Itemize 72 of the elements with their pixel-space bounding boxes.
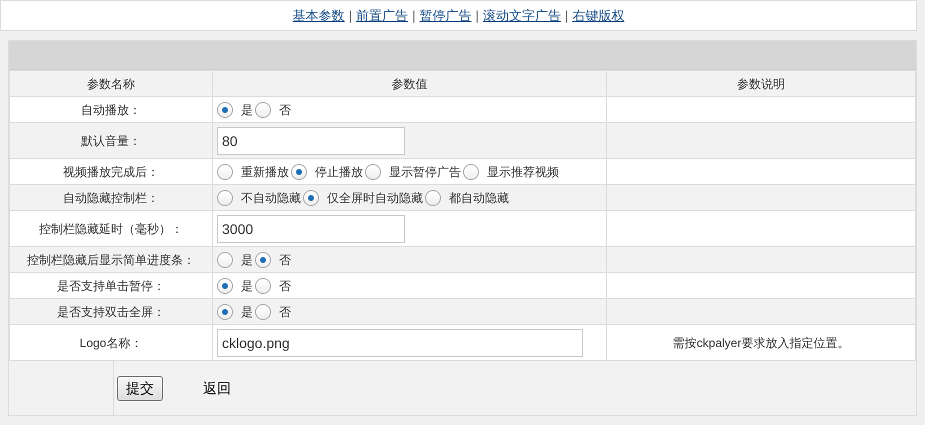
option-label: 是 <box>241 102 253 118</box>
option-label: 否 <box>279 278 291 294</box>
option-label: 显示推荐视频 <box>487 164 559 180</box>
radio-button[interactable] <box>425 190 441 206</box>
radio-button[interactable] <box>463 164 479 180</box>
separator: | <box>348 6 352 25</box>
option-label: 重新播放 <box>241 164 289 180</box>
parameter-description: 需按ckpalyer要求放入指定位置。 <box>672 336 850 350</box>
text-field[interactable]: cklogo.png <box>217 328 583 356</box>
radio-option[interactable]: 是 <box>217 250 253 268</box>
radio-button[interactable] <box>217 252 233 268</box>
nav-link[interactable]: 前置广告 <box>356 6 408 26</box>
parameter-name: 自动隐藏控制栏： <box>63 190 159 204</box>
separator: | <box>564 6 568 25</box>
option-label: 否 <box>279 252 291 268</box>
radio-button[interactable] <box>255 102 271 118</box>
option-label: 不自动隐藏 <box>241 190 301 206</box>
radio-option[interactable]: 仅全屏时自动隐藏 <box>303 188 423 206</box>
radio-option[interactable]: 否 <box>255 250 291 268</box>
radio-option[interactable]: 是 <box>217 302 253 320</box>
radio-button[interactable] <box>255 252 271 268</box>
radio-button[interactable] <box>303 190 319 206</box>
radio-button[interactable] <box>217 164 233 180</box>
radio-option[interactable]: 显示暂停广告 <box>365 162 461 180</box>
option-label: 否 <box>279 304 291 320</box>
text-field[interactable]: 80 <box>217 126 405 154</box>
radio-button[interactable] <box>217 304 233 320</box>
parameter-name: Logo名称： <box>80 336 142 350</box>
option-label: 是 <box>241 304 253 320</box>
parameter-name: 默认音量： <box>81 134 141 148</box>
radio-option[interactable]: 显示推荐视频 <box>463 162 559 180</box>
radio-button[interactable] <box>255 278 271 294</box>
parameter-name: 自动播放： <box>81 102 141 116</box>
nav-link[interactable]: 暂停广告 <box>420 6 472 26</box>
radio-option[interactable]: 否 <box>255 100 291 118</box>
submit-button[interactable]: 提交 <box>117 376 163 400</box>
option-label: 停止播放 <box>315 164 363 180</box>
text-field[interactable]: 3000 <box>217 214 405 242</box>
parameter-name: 控制栏隐藏后显示简单进度条： <box>27 252 195 266</box>
nav-link[interactable]: 滚动文字广告 <box>482 6 561 26</box>
option-label: 否 <box>279 102 291 118</box>
option-label: 都自动隐藏 <box>449 190 509 206</box>
radio-button[interactable] <box>365 164 381 180</box>
option-label: 仅全屏时自动隐藏 <box>327 190 423 206</box>
separator: | <box>412 6 416 25</box>
radio-option[interactable]: 是 <box>217 276 253 294</box>
radio-button[interactable] <box>255 304 271 320</box>
nav-link[interactable]: 右键版权 <box>572 6 624 26</box>
radio-button[interactable] <box>217 102 233 118</box>
nav-link[interactable]: 基本参数 <box>292 6 345 26</box>
option-label: 是 <box>241 252 253 268</box>
radio-option[interactable]: 是 <box>217 100 253 118</box>
column-header: 参数说明 <box>737 76 785 90</box>
radio-option[interactable]: 重新播放 <box>217 162 289 180</box>
separator: | <box>476 6 479 25</box>
parameter-name: 视频播放完成后： <box>63 164 159 178</box>
radio-button[interactable] <box>217 190 233 206</box>
radio-option[interactable]: 否 <box>255 276 291 294</box>
radio-button[interactable] <box>217 278 233 294</box>
parameter-name: 是否支持双击全屏： <box>57 304 165 318</box>
radio-option[interactable]: 否 <box>255 302 291 320</box>
parameter-name: 是否支持单击暂停： <box>57 278 165 292</box>
column-header: 参数值 <box>392 76 428 90</box>
back-link[interactable]: 返回 <box>203 378 231 398</box>
radio-option[interactable]: 都自动隐藏 <box>425 188 509 206</box>
radio-button[interactable] <box>291 164 307 180</box>
option-label: 是 <box>241 278 253 294</box>
option-label: 显示暂停广告 <box>389 164 461 180</box>
radio-option[interactable]: 停止播放 <box>291 162 363 180</box>
radio-option[interactable]: 不自动隐藏 <box>217 188 301 206</box>
column-header: 参数名称 <box>87 76 135 90</box>
parameter-name: 控制栏隐藏延时（毫秒）： <box>39 222 183 236</box>
